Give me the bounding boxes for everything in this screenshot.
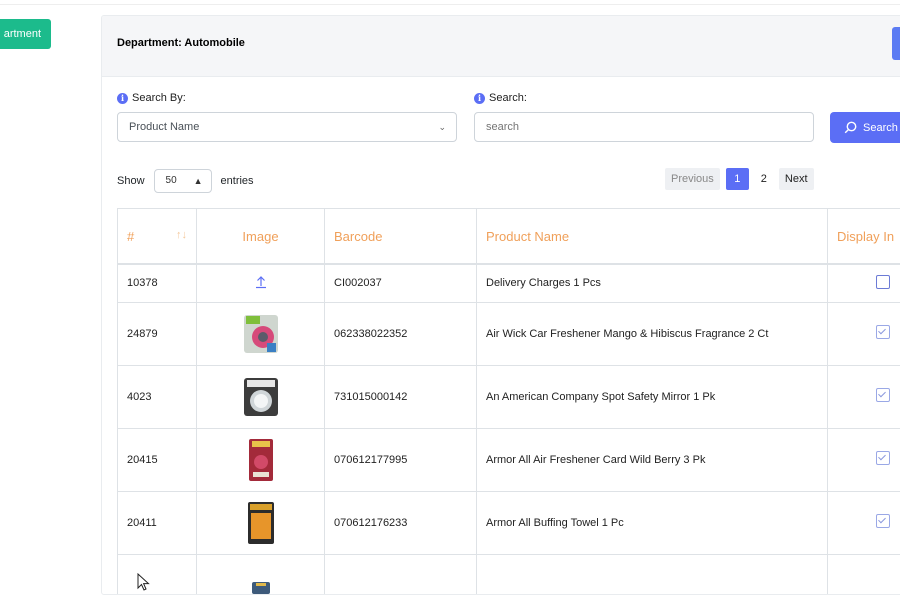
mouse-cursor-icon <box>137 573 150 591</box>
row-barcode: 062338022352 <box>324 301 477 366</box>
sort-icon[interactable]: ↑↓ <box>176 229 187 241</box>
image-cell <box>196 364 325 429</box>
entries-length: Show 50 ▲︎ entries <box>117 169 254 193</box>
card-header: Department: Automobile <box>102 16 900 77</box>
top-divider <box>0 0 900 5</box>
row-product-name: Armor All Buffing Towel 1 Pc <box>476 490 828 555</box>
entries-label: entries <box>220 175 254 187</box>
column-header-id[interactable]: # ↑↓ <box>117 208 197 265</box>
display-checkbox[interactable] <box>875 274 890 289</box>
entries-value: 50 <box>165 175 177 186</box>
row-id: 20411 <box>117 490 197 555</box>
row-barcode: CI002037 <box>324 263 477 303</box>
image-cell <box>196 301 325 366</box>
next-page-button[interactable]: Next <box>778 168 814 190</box>
info-icon: i <box>474 92 485 104</box>
upload-icon[interactable] <box>255 275 267 289</box>
products-table: # ↑↓ Image Barcode Product Name Display I… <box>117 208 900 594</box>
display-cell <box>827 490 900 555</box>
partial-thumb[interactable] <box>250 581 272 594</box>
mirror-thumb[interactable] <box>242 376 280 418</box>
column-header-image[interactable]: Image <box>196 208 325 265</box>
sort-updown-icon: ▲︎ <box>193 176 203 186</box>
table-row: 4023 731015000142 An American Company Sp… <box>117 364 900 429</box>
search-by-label: i Search By: <box>117 92 186 104</box>
display-checkbox[interactable] <box>875 514 890 528</box>
display-checkbox[interactable] <box>875 388 890 402</box>
row-product-name: An American Company Spot Safety Mirror 1… <box>476 364 828 429</box>
search-by-label-text: Search By: <box>132 92 186 104</box>
image-cell <box>196 553 325 594</box>
page-2-button[interactable]: 2 <box>755 168 773 190</box>
search-label-text: Search: <box>489 92 527 104</box>
table-row: 20415 070612177995 Armor All Air Freshen… <box>117 427 900 492</box>
display-checkbox[interactable] <box>875 325 890 339</box>
image-cell <box>196 427 325 492</box>
table-row: 24879 062338022352 Air Wick Car Freshene… <box>117 301 900 366</box>
air-freshener-thumb[interactable] <box>241 313 281 355</box>
display-cell <box>827 301 900 366</box>
column-header-barcode[interactable]: Barcode <box>324 208 477 265</box>
image-cell <box>196 263 325 303</box>
info-icon: i <box>117 92 128 104</box>
page-title: Department: Automobile <box>117 37 245 49</box>
search-button[interactable]: Search <box>830 112 900 143</box>
row-id <box>117 553 197 594</box>
search-button-label: Search <box>863 121 898 134</box>
display-cell <box>827 553 900 594</box>
towel-thumb[interactable] <box>246 501 276 545</box>
search-icon <box>844 121 857 134</box>
chevron-down-icon: ⌄ <box>438 122 446 132</box>
row-id: 20415 <box>117 427 197 492</box>
column-header-product-name[interactable]: Product Name <box>476 208 828 265</box>
display-cell <box>827 263 900 303</box>
row-product-name: Delivery Charges 1 Pcs <box>476 263 828 303</box>
image-cell <box>196 490 325 555</box>
table-header-row: # ↑↓ Image Barcode Product Name Display I… <box>117 208 900 265</box>
pagination: Previous 1 2 Next <box>665 168 820 190</box>
table-row: 20411 070612176233 Armor All Buffing Tow… <box>117 490 900 555</box>
department-card: Department: Automobile i Search By: Prod… <box>101 15 900 595</box>
previous-page-button[interactable]: Previous <box>665 168 720 190</box>
row-barcode: 731015000142 <box>324 364 477 429</box>
row-barcode: 070612176233 <box>324 490 477 555</box>
search-by-selected: Product Name <box>129 121 200 133</box>
page-1-button[interactable]: 1 <box>725 168 749 190</box>
row-product-name: Armor All Air Freshener Card Wild Berry … <box>476 427 828 492</box>
display-cell <box>827 427 900 492</box>
row-barcode: 070612177995 <box>324 427 477 492</box>
row-id: 24879 <box>117 301 197 366</box>
row-product-name <box>476 553 828 594</box>
table-row <box>117 553 900 594</box>
row-barcode <box>324 553 477 594</box>
show-label: Show <box>117 175 145 187</box>
display-checkbox[interactable] <box>875 451 890 465</box>
display-cell <box>827 364 900 429</box>
column-header-display-in[interactable]: Display In <box>827 208 900 265</box>
search-input[interactable] <box>474 112 814 142</box>
table-row: 10378 CI002037 Delivery Charges 1 Pcs <box>117 263 900 303</box>
header-action-button[interactable] <box>892 27 900 60</box>
entries-select[interactable]: 50 ▲︎ <box>153 169 212 193</box>
row-id: 4023 <box>117 364 197 429</box>
department-button[interactable]: artment <box>0 19 51 49</box>
search-by-select[interactable]: Product Name ⌄ <box>117 112 457 142</box>
row-id: 10378 <box>117 263 197 303</box>
search-label: i Search: <box>474 92 527 104</box>
row-product-name: Air Wick Car Freshener Mango & Hibiscus … <box>476 301 828 366</box>
freshener-card-thumb[interactable] <box>248 438 274 482</box>
